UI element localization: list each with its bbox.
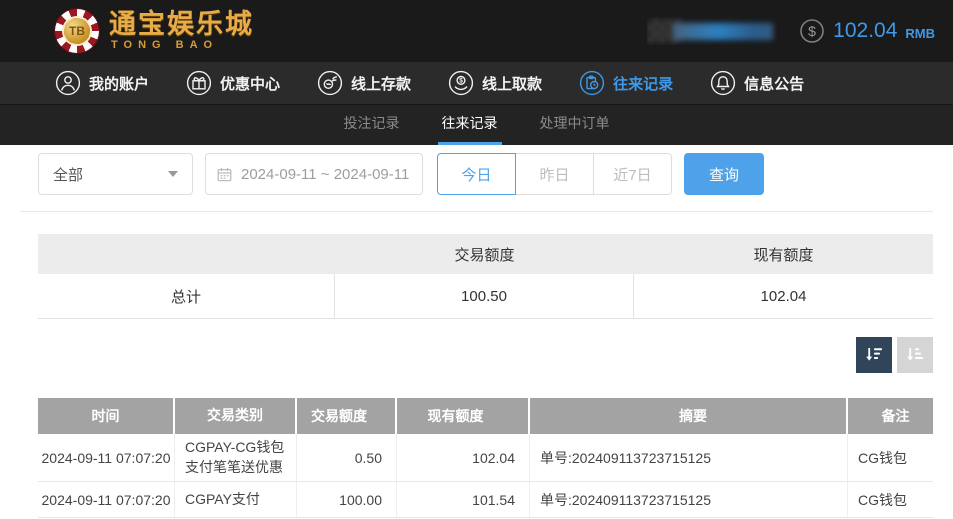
balance-display[interactable]: $ 102.04 RMB	[799, 18, 935, 44]
user-icon	[55, 70, 81, 96]
topbar-right: $ 102.04 RMB	[647, 17, 935, 45]
records-header-summary: 摘要	[530, 398, 848, 434]
filter-row: 全部 2024-09-11 ~ 2024-09-11 今日 昨日 近7日 查询	[38, 153, 933, 195]
cell-type: CGPAY-CG钱包支付笔笔送优惠	[175, 434, 297, 481]
type-select[interactable]: 全部	[38, 153, 193, 195]
sort-ascending-icon	[905, 345, 925, 365]
top-bar: TB 通宝娱乐城 TONG BAO $ 102.04 RMB	[0, 0, 953, 62]
date-range-input[interactable]: 2024-09-11 ~ 2024-09-11	[205, 153, 423, 195]
nav-item-my-account[interactable]: 我的账户	[55, 70, 149, 96]
tab-betting-records[interactable]: 投注记录	[340, 105, 404, 145]
quick-range-today[interactable]: 今日	[437, 153, 516, 195]
nav-item-transaction-records[interactable]: 往来记录	[579, 70, 673, 96]
records-header-amount: 交易额度	[297, 398, 397, 434]
search-button[interactable]: 查询	[684, 153, 764, 195]
table-row: 2024-09-11 07:07:20 CGPAY-CG钱包支付笔笔送优惠 0.…	[38, 434, 933, 482]
cell-amount: 100.00	[297, 482, 397, 517]
sort-descending-button[interactable]	[856, 337, 892, 373]
withdraw-icon: $	[448, 70, 474, 96]
quick-range-group: 今日 昨日 近7日	[437, 153, 672, 195]
table-row: 2024-09-11 07:07:20 CGPAY支付 100.00 101.5…	[38, 482, 933, 518]
svg-text:$: $	[459, 78, 463, 85]
logo-subtitle: TONG BAO	[109, 40, 254, 51]
poker-chip-icon: TB	[55, 9, 99, 53]
cell-summary: 单号:202409113723715125	[530, 434, 848, 481]
type-select-value: 全部	[53, 164, 83, 185]
cell-remark: CG钱包	[848, 482, 933, 517]
nav-item-announcements[interactable]: 信息公告	[710, 70, 804, 96]
tab-processing-orders[interactable]: 处理中订单	[536, 105, 614, 145]
nav-label: 信息公告	[744, 73, 804, 94]
cell-time: 2024-09-11 07:07:20	[38, 482, 175, 517]
nav-item-promotions[interactable]: 优惠中心	[186, 70, 280, 96]
summary-header-transaction-amount: 交易额度	[335, 244, 634, 265]
svg-text:$: $	[808, 23, 816, 39]
records-header-balance: 现有额度	[397, 398, 530, 434]
gift-icon	[186, 70, 212, 96]
balance-amount: 102.04	[833, 19, 897, 43]
cell-remark: CG钱包	[848, 434, 933, 481]
summary-table: 交易额度 现有额度 总计 100.50 102.04	[38, 234, 933, 319]
cell-type: CGPAY支付	[175, 482, 297, 517]
nav-label: 优惠中心	[220, 73, 280, 94]
summary-header-row: 交易额度 现有额度	[38, 234, 933, 274]
deposit-icon	[317, 70, 343, 96]
sort-controls	[20, 337, 933, 373]
summary-transaction-total: 100.50	[335, 274, 634, 318]
records-table: 时间 交易类别 交易额度 现有额度 摘要 备注 2024-09-11 07:07…	[38, 398, 933, 518]
dollar-circle-icon: $	[799, 18, 825, 44]
summary-total-label: 总计	[38, 274, 335, 318]
username-redacted	[647, 17, 777, 45]
records-header-type: 交易类别	[175, 398, 297, 434]
summary-current-balance: 102.04	[634, 274, 933, 318]
section-divider	[20, 211, 933, 212]
content-area: 全部 2024-09-11 ~ 2024-09-11 今日 昨日 近7日 查询	[0, 153, 953, 518]
cell-summary: 单号:202409113723715125	[530, 482, 848, 517]
records-header-row: 时间 交易类别 交易额度 现有额度 摘要 备注	[38, 398, 933, 434]
chevron-down-icon	[168, 171, 178, 177]
nav-label: 线上取款	[482, 73, 542, 94]
cell-amount: 0.50	[297, 434, 397, 481]
bell-icon	[710, 70, 736, 96]
summary-total-row: 总计 100.50 102.04	[38, 274, 933, 319]
sort-descending-icon	[864, 345, 884, 365]
nav-item-withdraw[interactable]: $ 线上取款	[448, 70, 542, 96]
date-range-value: 2024-09-11 ~ 2024-09-11	[241, 166, 409, 183]
records-header-remark: 备注	[848, 398, 933, 434]
chip-label: TB	[64, 18, 90, 44]
records-header-time: 时间	[38, 398, 175, 434]
cell-balance: 101.54	[397, 482, 530, 517]
nav-label: 往来记录	[613, 73, 673, 94]
logo-text: 通宝娱乐城 TONG BAO	[109, 11, 254, 51]
cell-balance: 102.04	[397, 434, 530, 481]
cell-time: 2024-09-11 07:07:20	[38, 434, 175, 481]
sort-ascending-button[interactable]	[897, 337, 933, 373]
nav-label: 我的账户	[89, 73, 149, 94]
nav-label: 线上存款	[351, 73, 411, 94]
summary-header-current-balance: 现有额度	[634, 244, 933, 265]
records-icon	[579, 70, 605, 96]
quick-range-last7days[interactable]: 近7日	[593, 153, 672, 195]
balance-currency: RMB	[905, 26, 935, 41]
calendar-icon	[216, 166, 233, 183]
quick-range-yesterday[interactable]: 昨日	[515, 153, 594, 195]
logo-title: 通宝娱乐城	[109, 11, 254, 38]
sub-nav: 投注记录 往来记录 处理中订单	[0, 105, 953, 145]
blur-block	[673, 23, 773, 40]
main-nav: 我的账户 优惠中心 线上存款 $ 线上取款	[0, 62, 953, 105]
site-logo[interactable]: TB 通宝娱乐城 TONG BAO	[55, 9, 254, 53]
nav-item-deposit[interactable]: 线上存款	[317, 70, 411, 96]
tab-transaction-records[interactable]: 往来记录	[438, 105, 502, 145]
